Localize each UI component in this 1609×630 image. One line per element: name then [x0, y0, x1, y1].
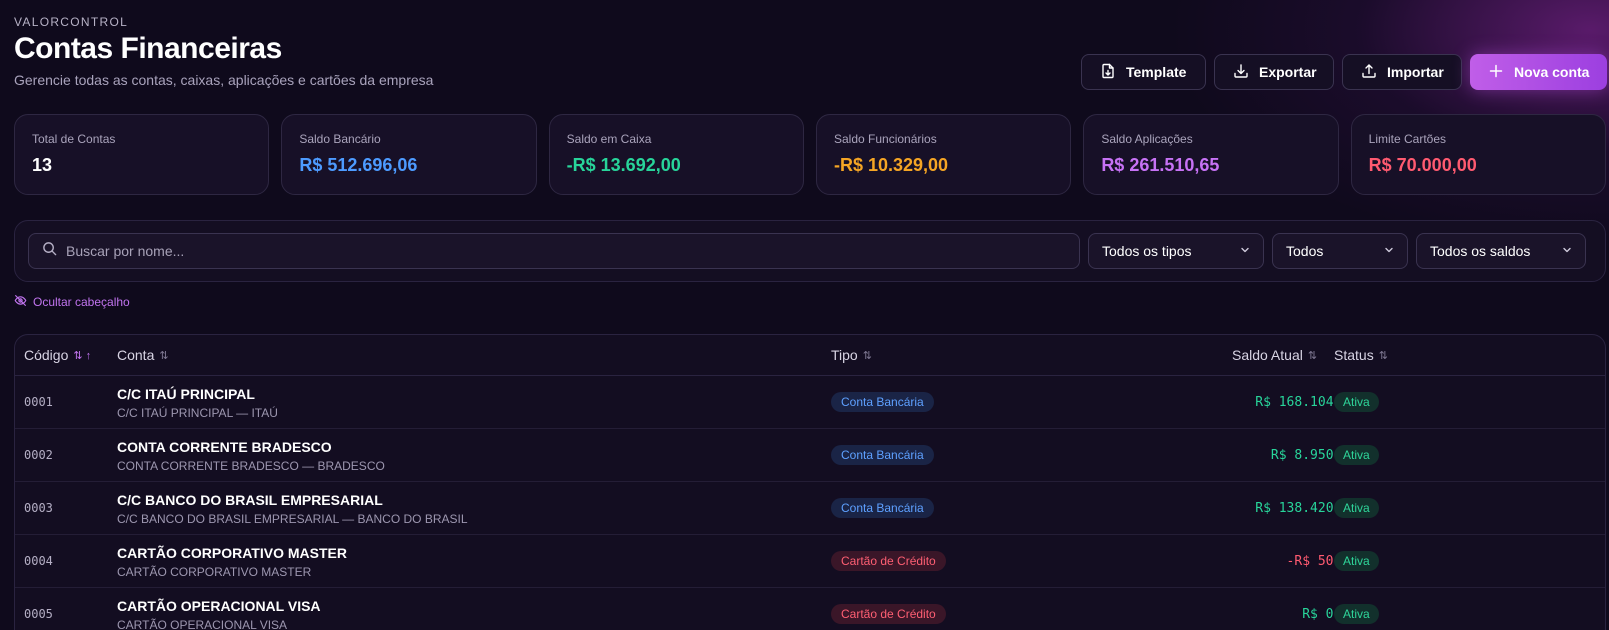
sort-icon: ⇅: [862, 349, 872, 362]
chevron-down-icon: [1239, 243, 1251, 259]
stat-card-limite-cartoes: Limite Cartões R$ 70.000,00: [1350, 114, 1606, 195]
row-code: 0001: [24, 395, 53, 409]
row-code: 0002: [24, 448, 53, 462]
hide-header-label: Ocultar cabeçalho: [33, 295, 130, 309]
stat-label: Saldo Funcionários: [833, 132, 937, 146]
stats-row: Total de Contas 13 Saldo Bancário R$ 512…: [14, 114, 1606, 195]
saldo-select-value: Todos os saldos: [1430, 243, 1531, 259]
table-row[interactable]: 0002 CONTA CORRENTE BRADESCO CONTA CORRE…: [15, 429, 1605, 482]
stat-card-saldo-bancario: Saldo Bancário R$ 512.696,06: [281, 114, 537, 195]
column-tipo[interactable]: Tipo ⇅: [831, 347, 872, 363]
table-row[interactable]: 0004 CARTÃO CORPORATIVO MASTER CARTÃO CO…: [15, 535, 1605, 588]
chevron-down-icon: [1561, 243, 1573, 259]
status-badge: Ativa: [1334, 392, 1379, 412]
row-account-name: CARTÃO OPERACIONAL VISA: [117, 598, 321, 614]
column-status[interactable]: Status ⇅: [1334, 347, 1388, 363]
page-subtitle: Gerencie todas as contas, caixas, aplica…: [14, 72, 434, 88]
column-conta[interactable]: Conta ⇅: [117, 347, 169, 363]
type-badge: Conta Bancária: [831, 445, 934, 465]
search-input[interactable]: [66, 243, 1046, 259]
eye-off-icon: [14, 294, 27, 310]
row-account-name: CONTA CORRENTE BRADESCO: [117, 439, 332, 455]
row-account-detail: C/C ITAÚ PRINCIPAL — ITAÚ: [117, 406, 278, 420]
download-icon: [1233, 63, 1249, 82]
row-account-name: C/C ITAÚ PRINCIPAL: [117, 386, 255, 402]
stat-label: Saldo Bancário: [299, 132, 381, 146]
table-row[interactable]: 0003 C/C BANCO DO BRASIL EMPRESARIAL C/C…: [15, 482, 1605, 535]
exportar-button-label: Exportar: [1259, 64, 1317, 80]
saldo-select[interactable]: Todos os saldos: [1416, 233, 1586, 269]
column-saldo-label: Saldo Atual: [1232, 347, 1303, 363]
sort-icon: ⇅ ↑: [73, 349, 92, 362]
stat-label: Limite Cartões: [1368, 132, 1447, 146]
template-button-label: Template: [1126, 64, 1187, 80]
stat-card-saldo-funcionarios: Saldo Funcionários -R$ 10.329,00: [815, 114, 1072, 195]
status-badge: Ativa: [1334, 604, 1379, 624]
hide-header-toggle[interactable]: Ocultar cabeçalho: [14, 294, 130, 310]
page: VALORCONTROL Contas Financeiras Gerencie…: [14, 0, 1607, 630]
header-actions: Template Exportar Importar Nova conta: [1081, 54, 1607, 90]
status-badge: Ativa: [1334, 498, 1379, 518]
type-badge: Cartão de Crédito: [831, 604, 946, 624]
row-code: 0005: [24, 607, 53, 621]
importar-button-label: Importar: [1387, 64, 1444, 80]
filter-bar: Todos os tipos Todos Todos os saldos: [14, 220, 1606, 282]
stat-card-saldo-caixa: Saldo em Caixa -R$ 13.692,00: [548, 114, 804, 195]
column-tipo-label: Tipo: [831, 347, 858, 363]
table-row[interactable]: 0005 CARTÃO OPERACIONAL VISA CARTÃO OPER…: [15, 588, 1605, 630]
table-header: Código ⇅ ↑ Conta ⇅ Tipo ⇅ Saldo Atual ⇅ …: [15, 335, 1605, 376]
tipo-select-value: Todos os tipos: [1102, 243, 1192, 259]
template-button[interactable]: Template: [1081, 54, 1206, 90]
stat-card-total-contas: Total de Contas 13: [14, 114, 270, 195]
stat-value: 13: [32, 155, 53, 175]
type-badge: Conta Bancária: [831, 392, 934, 412]
chevron-down-icon: [1383, 243, 1395, 259]
status-select-value: Todos: [1286, 243, 1324, 259]
status-select[interactable]: Todos: [1272, 233, 1408, 269]
row-account-detail: C/C BANCO DO BRASIL EMPRESARIAL — BANCO …: [117, 512, 468, 526]
status-badge: Ativa: [1334, 445, 1379, 465]
stat-value: R$ 261.510,65: [1101, 155, 1220, 175]
row-account-detail: CONTA CORRENTE BRADESCO — BRADESCO: [117, 459, 385, 473]
type-badge: Cartão de Crédito: [831, 551, 946, 571]
stat-value: R$ 512.696,06: [299, 155, 418, 175]
column-codigo-label: Código: [24, 347, 69, 363]
stat-value: R$ 70.000,00: [1368, 155, 1477, 175]
tipo-select[interactable]: Todos os tipos: [1088, 233, 1264, 269]
sort-icon: ⇅: [159, 349, 169, 362]
stat-value: -R$ 10.329,00: [833, 155, 949, 175]
stat-card-saldo-aplicacoes: Saldo Aplicações R$ 261.510,65: [1083, 114, 1339, 195]
row-account-name: C/C BANCO DO BRASIL EMPRESARIAL: [117, 492, 383, 508]
sort-icon: ⇅: [1307, 349, 1318, 362]
column-codigo[interactable]: Código ⇅ ↑: [24, 347, 91, 363]
column-status-label: Status: [1334, 347, 1374, 363]
row-account-name: CARTÃO CORPORATIVO MASTER: [117, 545, 347, 561]
nova-conta-button-label: Nova conta: [1514, 64, 1590, 80]
file-download-icon: [1100, 63, 1116, 82]
row-code: 0003: [24, 501, 53, 515]
nova-conta-button[interactable]: Nova conta: [1470, 54, 1607, 90]
sort-icon: ⇅: [1378, 349, 1388, 362]
stat-label: Total de Contas: [32, 132, 116, 146]
row-code: 0004: [24, 554, 53, 568]
stat-value: -R$ 13.692,00: [566, 155, 681, 175]
page-title: Contas Financeiras: [14, 32, 282, 65]
table-row[interactable]: 0001 C/C ITAÚ PRINCIPAL C/C ITAÚ PRINCIP…: [15, 376, 1605, 429]
search-box: [28, 233, 1080, 269]
search-icon: [42, 241, 57, 261]
importar-button[interactable]: Importar: [1342, 54, 1462, 90]
stat-label: Saldo Aplicações: [1101, 132, 1193, 146]
plus-icon: [1488, 63, 1504, 82]
row-account-detail: CARTÃO CORPORATIVO MASTER: [117, 565, 312, 579]
type-badge: Conta Bancária: [831, 498, 934, 518]
column-saldo[interactable]: Saldo Atual ⇅: [1232, 347, 1317, 363]
brand-label: VALORCONTROL: [14, 15, 129, 29]
accounts-table: Código ⇅ ↑ Conta ⇅ Tipo ⇅ Saldo Atual ⇅ …: [14, 334, 1606, 630]
upload-icon: [1361, 63, 1377, 82]
status-badge: Ativa: [1334, 551, 1379, 571]
column-conta-label: Conta: [117, 347, 155, 363]
row-account-detail: CARTÃO OPERACIONAL VISA: [117, 618, 288, 630]
exportar-button[interactable]: Exportar: [1214, 54, 1334, 90]
stat-label: Saldo em Caixa: [566, 132, 652, 146]
